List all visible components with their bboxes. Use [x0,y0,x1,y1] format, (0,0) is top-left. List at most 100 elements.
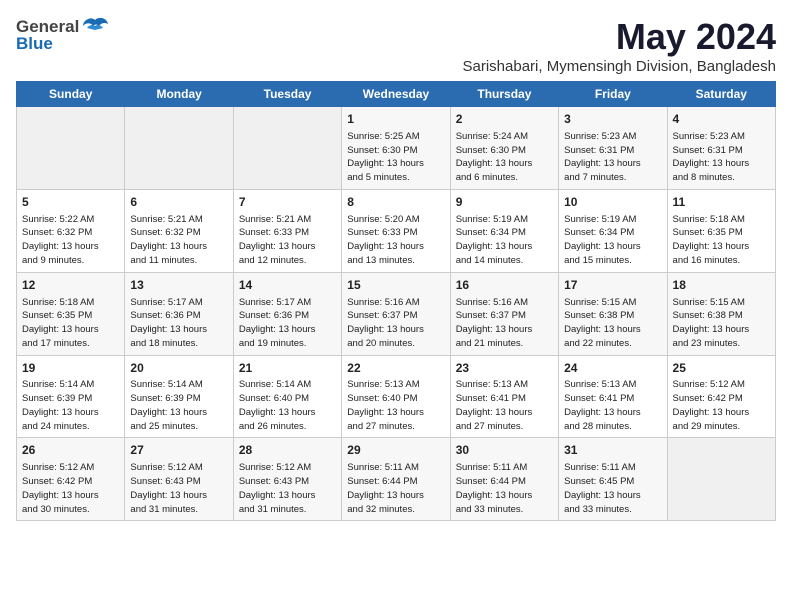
day-number: 16 [456,277,553,294]
day-info: Sunrise: 5:12 AM Sunset: 6:43 PM Dayligh… [239,461,336,516]
calendar-cell: 28 Sunrise: 5:12 AM Sunset: 6:43 PM Dayli… [233,438,341,521]
calendar-cell: 13 Sunrise: 5:17 AM Sunset: 6:36 PM Dayli… [125,272,233,355]
day-info: Sunrise: 5:21 AM Sunset: 6:32 PM Dayligh… [130,213,227,268]
day-info: Sunrise: 5:15 AM Sunset: 6:38 PM Dayligh… [673,296,770,351]
day-number: 8 [347,194,444,211]
calendar-cell: 23Sunrise: 5:13 AM Sunset: 6:41 PM Dayli… [450,355,558,438]
day-number: 6 [130,194,227,211]
day-info: Sunrise: 5:14 AM Sunset: 6:39 PM Dayligh… [130,378,227,433]
day-number: 21 [239,360,336,377]
calendar-cell: 29Sunrise: 5:11 AM Sunset: 6:44 PM Dayli… [342,438,450,521]
day-info: Sunrise: 5:16 AM Sunset: 6:37 PM Dayligh… [347,296,444,351]
calendar-cell: 14 Sunrise: 5:17 AM Sunset: 6:36 PM Dayli… [233,272,341,355]
day-number: 5 [22,194,119,211]
calendar-cell: 30Sunrise: 5:11 AM Sunset: 6:44 PM Dayli… [450,438,558,521]
calendar-subtitle: Sarishabari, Mymensingh Division, Bangla… [463,58,777,75]
logo: General Blue [16,16,109,54]
day-number: 31 [564,442,661,459]
calendar-cell: 20Sunrise: 5:14 AM Sunset: 6:39 PM Dayli… [125,355,233,438]
calendar-cell: 4 Sunrise: 5:23 AM Sunset: 6:31 PM Daylig… [667,107,775,190]
week-row-3: 12Sunrise: 5:18 AM Sunset: 6:35 PM Dayli… [17,272,776,355]
day-number: 19 [22,360,119,377]
day-number: 2 [456,111,553,128]
calendar-cell: 22Sunrise: 5:13 AM Sunset: 6:40 PM Dayli… [342,355,450,438]
header-monday: Monday [125,82,233,107]
day-number: 14 [239,277,336,294]
day-info: Sunrise: 5:18 AM Sunset: 6:35 PM Dayligh… [673,213,770,268]
header-wednesday: Wednesday [342,82,450,107]
day-number: 12 [22,277,119,294]
day-number: 1 [347,111,444,128]
calendar-cell: 26 Sunrise: 5:12 AM Sunset: 6:42 PM Dayli… [17,438,125,521]
day-number: 4 [673,111,770,128]
day-number: 30 [456,442,553,459]
day-number: 22 [347,360,444,377]
day-number: 15 [347,277,444,294]
day-info: Sunrise: 5:11 AM Sunset: 6:45 PM Dayligh… [564,461,661,516]
calendar-cell: 24Sunrise: 5:13 AM Sunset: 6:41 PM Dayli… [559,355,667,438]
day-info: Sunrise: 5:14 AM Sunset: 6:40 PM Dayligh… [239,378,336,433]
week-row-2: 5 Sunrise: 5:22 AM Sunset: 6:32 PM Daylig… [17,189,776,272]
day-number: 3 [564,111,661,128]
day-info: Sunrise: 5:24 AM Sunset: 6:30 PM Dayligh… [456,130,553,185]
header-saturday: Saturday [667,82,775,107]
day-info: Sunrise: 5:16 AM Sunset: 6:37 PM Dayligh… [456,296,553,351]
calendar-cell [233,107,341,190]
logo-blue-text: Blue [16,34,53,54]
day-number: 28 [239,442,336,459]
calendar-cell: 1 Sunrise: 5:25 AM Sunset: 6:30 PM Daylig… [342,107,450,190]
day-number: 23 [456,360,553,377]
day-info: Sunrise: 5:12 AM Sunset: 6:43 PM Dayligh… [130,461,227,516]
calendar-cell: 17 Sunrise: 5:15 AM Sunset: 6:38 PM Dayli… [559,272,667,355]
day-number: 29 [347,442,444,459]
day-info: Sunrise: 5:12 AM Sunset: 6:42 PM Dayligh… [22,461,119,516]
calendar-cell: 2 Sunrise: 5:24 AM Sunset: 6:30 PM Daylig… [450,107,558,190]
calendar-cell: 16 Sunrise: 5:16 AM Sunset: 6:37 PM Dayli… [450,272,558,355]
day-info: Sunrise: 5:19 AM Sunset: 6:34 PM Dayligh… [456,213,553,268]
calendar-cell: 15 Sunrise: 5:16 AM Sunset: 6:37 PM Dayli… [342,272,450,355]
week-row-4: 19Sunrise: 5:14 AM Sunset: 6:39 PM Dayli… [17,355,776,438]
calendar-cell: 8 Sunrise: 5:20 AM Sunset: 6:33 PM Daylig… [342,189,450,272]
day-info: Sunrise: 5:23 AM Sunset: 6:31 PM Dayligh… [673,130,770,185]
day-info: Sunrise: 5:22 AM Sunset: 6:32 PM Dayligh… [22,213,119,268]
calendar-cell: 27 Sunrise: 5:12 AM Sunset: 6:43 PM Dayli… [125,438,233,521]
calendar-header-row: SundayMondayTuesdayWednesdayThursdayFrid… [17,82,776,107]
calendar-cell: 21Sunrise: 5:14 AM Sunset: 6:40 PM Dayli… [233,355,341,438]
calendar-cell: 3 Sunrise: 5:23 AM Sunset: 6:31 PM Daylig… [559,107,667,190]
day-number: 11 [673,194,770,211]
day-info: Sunrise: 5:17 AM Sunset: 6:36 PM Dayligh… [130,296,227,351]
day-info: Sunrise: 5:15 AM Sunset: 6:38 PM Dayligh… [564,296,661,351]
day-number: 24 [564,360,661,377]
day-info: Sunrise: 5:13 AM Sunset: 6:41 PM Dayligh… [564,378,661,433]
calendar-cell: 11 Sunrise: 5:18 AM Sunset: 6:35 PM Dayli… [667,189,775,272]
day-info: Sunrise: 5:17 AM Sunset: 6:36 PM Dayligh… [239,296,336,351]
day-number: 25 [673,360,770,377]
week-row-1: 1 Sunrise: 5:25 AM Sunset: 6:30 PM Daylig… [17,107,776,190]
calendar-cell: 18Sunrise: 5:15 AM Sunset: 6:38 PM Dayli… [667,272,775,355]
day-info: Sunrise: 5:25 AM Sunset: 6:30 PM Dayligh… [347,130,444,185]
calendar-table: SundayMondayTuesdayWednesdayThursdayFrid… [16,81,776,521]
day-number: 20 [130,360,227,377]
day-info: Sunrise: 5:20 AM Sunset: 6:33 PM Dayligh… [347,213,444,268]
day-number: 17 [564,277,661,294]
calendar-cell: 5 Sunrise: 5:22 AM Sunset: 6:32 PM Daylig… [17,189,125,272]
calendar-cell: 25Sunrise: 5:12 AM Sunset: 6:42 PM Dayli… [667,355,775,438]
day-number: 27 [130,442,227,459]
header-friday: Friday [559,82,667,107]
calendar-title: May 2024 [463,16,777,58]
day-number: 26 [22,442,119,459]
calendar-cell [667,438,775,521]
day-info: Sunrise: 5:13 AM Sunset: 6:41 PM Dayligh… [456,378,553,433]
day-info: Sunrise: 5:23 AM Sunset: 6:31 PM Dayligh… [564,130,661,185]
day-info: Sunrise: 5:12 AM Sunset: 6:42 PM Dayligh… [673,378,770,433]
title-area: May 2024 Sarishabari, Mymensingh Divisio… [463,16,777,75]
header: General Blue May 2024 Sarishabari, Mymen… [16,16,776,75]
day-info: Sunrise: 5:14 AM Sunset: 6:39 PM Dayligh… [22,378,119,433]
week-row-5: 26 Sunrise: 5:12 AM Sunset: 6:42 PM Dayli… [17,438,776,521]
calendar-cell: 10Sunrise: 5:19 AM Sunset: 6:34 PM Dayli… [559,189,667,272]
header-tuesday: Tuesday [233,82,341,107]
calendar-cell: 6 Sunrise: 5:21 AM Sunset: 6:32 PM Daylig… [125,189,233,272]
logo-bird-icon [81,16,109,38]
day-number: 13 [130,277,227,294]
calendar-cell: 12Sunrise: 5:18 AM Sunset: 6:35 PM Dayli… [17,272,125,355]
